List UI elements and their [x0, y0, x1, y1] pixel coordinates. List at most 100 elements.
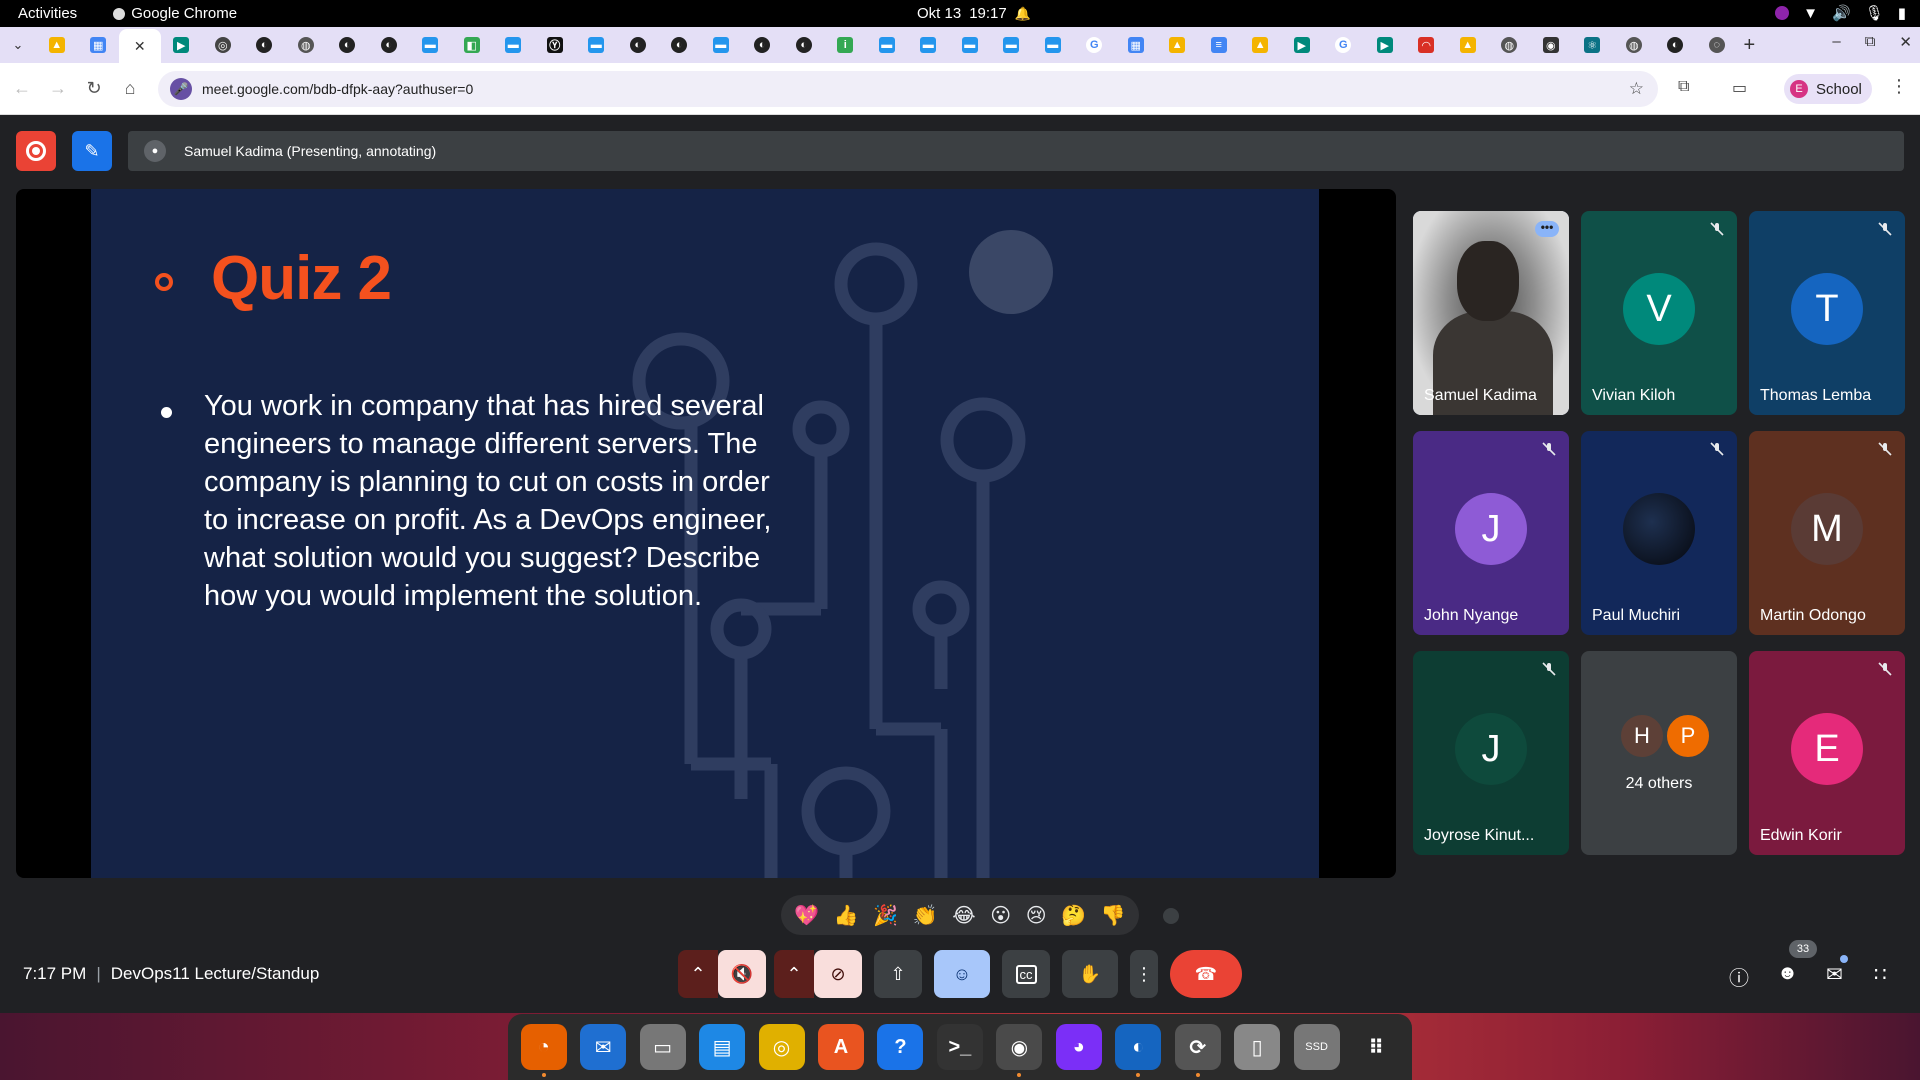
browser-tab[interactable]: ◐ — [1655, 30, 1697, 60]
presentation-view[interactable]: Quiz 2 You work in company that has hire… — [16, 189, 1396, 878]
thunderbird-dock-icon[interactable]: ✉ — [580, 1024, 627, 1070]
participant-tile[interactable]: E Edwin Korir — [1749, 651, 1905, 855]
browser-tab[interactable]: ▲ — [36, 30, 78, 60]
back-icon[interactable]: ← — [4, 78, 40, 99]
take-notes-button[interactable]: ✎ — [72, 131, 112, 171]
browser-tab[interactable]: ▬ — [866, 30, 908, 60]
browser-tab[interactable]: ▶ — [161, 30, 203, 60]
writer-dock-icon[interactable]: ▤ — [699, 1024, 746, 1070]
browser-tab[interactable]: ⚛ — [1572, 30, 1614, 60]
others-tile[interactable]: H P 24 others — [1581, 651, 1737, 855]
people-icon[interactable]: ☻ — [1777, 962, 1798, 985]
browser-tab[interactable]: ▲ — [1447, 30, 1489, 60]
more-reactions-button[interactable] — [1163, 908, 1179, 924]
show-apps-dock-icon[interactable]: ⠿ — [1353, 1024, 1399, 1070]
browser-tab[interactable]: ▶ — [1364, 30, 1406, 60]
firefox-dock-icon[interactable]: ◔ — [520, 1024, 567, 1077]
participant-tile[interactable]: M Martin Odongo — [1749, 431, 1905, 635]
browser-tab[interactable]: ◉ — [1530, 30, 1572, 60]
rhythmbox-dock-icon[interactable]: ◎ — [758, 1024, 805, 1070]
tab-search-button[interactable]: ⌄ — [0, 37, 36, 53]
restore-icon[interactable]: ⧉ — [1865, 33, 1876, 51]
tile-options-button[interactable]: ••• — [1535, 221, 1559, 237]
browser-tab[interactable]: ▶ — [1281, 30, 1323, 60]
help-dock-icon[interactable]: ? — [877, 1024, 924, 1070]
participant-tile[interactable]: J Joyrose Kinut... — [1413, 651, 1569, 855]
files-dock-icon[interactable]: ▭ — [639, 1024, 686, 1070]
software-updater-dock-icon[interactable]: ⟳ — [1174, 1024, 1221, 1077]
site-info-icon[interactable]: 🎤 — [170, 78, 192, 100]
browser-tab[interactable]: G — [1323, 30, 1365, 60]
leave-call-button[interactable]: ☎ — [1170, 950, 1242, 998]
raise-hand-button[interactable]: ✋ — [1062, 950, 1118, 998]
chrome-dock-icon[interactable]: ◉ — [996, 1024, 1043, 1077]
close-tab-icon[interactable]: ✕ — [132, 38, 148, 54]
browser-tab[interactable]: ◎ — [202, 30, 244, 60]
browser-tab[interactable]: ▬ — [908, 30, 950, 60]
more-options-button[interactable]: ⋮ — [1130, 950, 1158, 998]
browser-tab[interactable]: ◐ — [327, 30, 369, 60]
browser-tab[interactable]: ◐ — [244, 30, 286, 60]
activities-button[interactable]: Activities — [18, 5, 77, 22]
participant-tile[interactable]: J John Nyange — [1413, 431, 1569, 635]
browser-tab[interactable]: ◐ — [617, 30, 659, 60]
audio-options-button[interactable]: ⌃ — [678, 950, 718, 998]
reactions-button[interactable]: ☺ — [934, 950, 990, 998]
terminal-dock-icon[interactable]: >_ — [936, 1024, 983, 1070]
reaction-emoji-button[interactable]: 👍 — [834, 903, 859, 928]
reaction-emoji-button[interactable]: 😂 — [952, 903, 975, 928]
mic-toggle-button[interactable]: 🔇 — [718, 950, 766, 998]
participant-tile[interactable]: ••• Samuel Kadima — [1413, 211, 1569, 415]
extensions-icon[interactable]: ⧉ — [1678, 78, 1689, 96]
tray-app-icon[interactable] — [1775, 6, 1790, 20]
reload-icon[interactable]: ↻ — [76, 78, 112, 99]
browser-tab[interactable]: ◐ — [659, 30, 701, 60]
reaction-emoji-button[interactable]: 😮 — [990, 903, 1011, 928]
browser-tab[interactable]: ◌ — [1696, 30, 1738, 60]
profile-button[interactable]: E School — [1784, 74, 1872, 104]
browser-tab[interactable]: ◠ — [1406, 30, 1448, 60]
browser-tab[interactable]: i — [825, 30, 867, 60]
reaction-emoji-button[interactable]: 🤔 — [1061, 903, 1086, 928]
reaction-emoji-button[interactable]: 😢 — [1026, 903, 1047, 928]
cast-icon[interactable]: ▭ — [1732, 78, 1747, 98]
present-screen-button[interactable]: ⇧ — [874, 950, 922, 998]
chat-icon[interactable]: ✉ — [1826, 962, 1843, 987]
browser-tab[interactable]: ✕ — [119, 29, 161, 63]
browser-tab[interactable]: ▬ — [1032, 30, 1074, 60]
clock-button[interactable]: Okt 13 19:17 🔔 — [917, 5, 1031, 22]
browser-tab[interactable]: ▬ — [493, 30, 535, 60]
camera-toggle-button[interactable]: ⊘ — [814, 950, 862, 998]
captions-button[interactable]: cc — [1002, 950, 1050, 998]
browser-tab[interactable]: ▬ — [576, 30, 618, 60]
bookmark-star-icon[interactable]: ☆ — [1629, 79, 1644, 99]
browser-tab[interactable]: ▦ — [78, 30, 120, 60]
browser-tab[interactable]: G — [1074, 30, 1116, 60]
ssd-dock-icon[interactable]: SSD — [1293, 1024, 1340, 1070]
firefox-dev-dock-icon[interactable]: ◕ — [1055, 1024, 1102, 1070]
browser-tab[interactable]: ◐ — [368, 30, 410, 60]
home-icon[interactable]: ⌂ — [112, 78, 148, 99]
disk-dock-icon[interactable]: ▯ — [1234, 1024, 1281, 1070]
cursor-dock-icon[interactable]: ◐ — [1115, 1024, 1162, 1077]
participant-tile[interactable]: T Thomas Lemba — [1749, 211, 1905, 415]
app-menu[interactable]: Google Chrome — [113, 5, 237, 22]
browser-tab[interactable]: ◍ — [1489, 30, 1531, 60]
participant-tile[interactable]: V Vivian Kiloh — [1581, 211, 1737, 415]
browser-tab[interactable]: ▦ — [1115, 30, 1157, 60]
forward-icon[interactable]: → — [40, 78, 76, 99]
browser-tab[interactable]: ◐ — [742, 30, 784, 60]
close-window-icon[interactable]: ✕ — [1899, 33, 1912, 51]
minimize-icon[interactable]: – — [1832, 33, 1840, 51]
browser-tab[interactable]: ▲ — [1240, 30, 1282, 60]
reaction-emoji-button[interactable]: 👏 — [913, 903, 938, 928]
activities-grid-icon[interactable]: ∷ — [1874, 962, 1887, 987]
meeting-details-icon[interactable]: ⓘ — [1729, 962, 1749, 991]
recording-button[interactable] — [16, 131, 56, 171]
browser-tab[interactable]: ◍ — [285, 30, 327, 60]
browser-tab[interactable]: ◐ — [783, 30, 825, 60]
system-tray[interactable]: ▼ 🔊 🎙 ▮ — [1775, 4, 1906, 22]
browser-menu-icon[interactable]: ⋮ — [1890, 76, 1908, 97]
browser-tab[interactable]: ◧ — [451, 30, 493, 60]
participant-tile[interactable]: Paul Muchiri — [1581, 431, 1737, 635]
